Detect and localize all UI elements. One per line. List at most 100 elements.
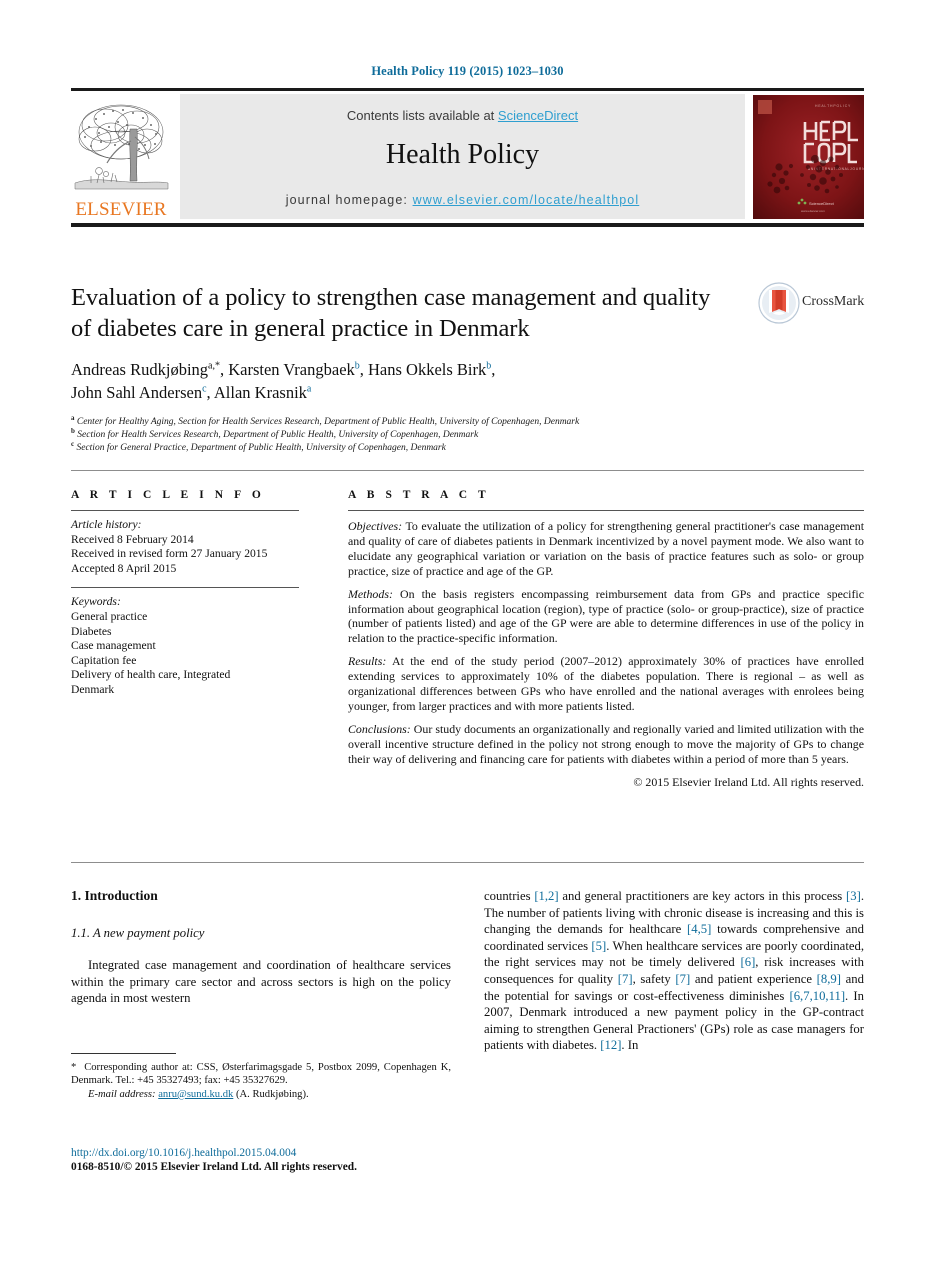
citation-link[interactable]: [8,9] [817, 972, 841, 986]
article-info-heading: A R T I C L E I N F O [71, 489, 265, 501]
footnote-email-line: E-mail address: anru@sund.ku.dk (A. Rudk… [71, 1088, 451, 1101]
page-title: Evaluation of a policy to strengthen cas… [71, 284, 711, 342]
keyword-item: Denmark [71, 682, 115, 696]
sciencedirect-link[interactable]: ScienceDirect [498, 108, 578, 123]
abstract-runin: Results: [348, 654, 387, 669]
keyword-item: General practice [71, 609, 148, 623]
author-sup: c [202, 383, 207, 395]
crossmark-label: CrossMark [802, 294, 865, 309]
citation-link[interactable]: [4,5] [687, 922, 711, 936]
journal-masthead: ELSEVIER Contents lists available at Sci… [71, 88, 864, 227]
author-name: John Sahl Andersen [71, 383, 203, 402]
article-history: Article history: Received 8 February 201… [71, 518, 299, 576]
svg-text:H E A L T H P O L I C Y: H E A L T H P O L I C Y [815, 104, 851, 108]
affiliation-item: a Center for Healthy Aging, Section for … [71, 413, 811, 429]
keyword-item: Capitation fee [71, 653, 137, 667]
svg-text:ScienceDirect: ScienceDirect [809, 201, 835, 206]
history-item: Received 8 February 2014 [71, 532, 194, 546]
running-head: Health Policy 119 (2015) 1023–1030 [371, 64, 564, 78]
elsevier-tree-icon [74, 104, 169, 190]
crossmark-badge[interactable]: CrossMark [758, 282, 864, 326]
abstract-conclusions: Conclusions: Our study documents an orga… [348, 722, 864, 767]
affiliation-text: Section for Health Services Research, De… [77, 430, 479, 440]
body-text: and patient experience [690, 971, 817, 986]
abstract-text: On the basis registers encompassing reim… [348, 586, 864, 646]
affiliation-item: b Section for Health Services Research, … [71, 427, 811, 442]
masthead-body: ELSEVIER Contents lists available at Sci… [71, 91, 864, 223]
author-sup: b [354, 360, 360, 372]
homepage-prefix: journal homepage: [285, 193, 413, 207]
keyword-item: Case management [71, 639, 156, 653]
footnote-star: * [71, 1062, 77, 1073]
svg-text:www.elsevier.com: www.elsevier.com [801, 209, 825, 213]
abstract-text: At the end of the study period (2007–201… [348, 654, 864, 713]
citation-link[interactable]: [6,7,10,11] [789, 989, 845, 1003]
keywords-rule [71, 587, 299, 589]
abstract-methods: Methods: On the basis registers encompas… [348, 587, 864, 647]
crossmark-icon [758, 282, 800, 324]
author-name: Allan Krasnik [213, 383, 307, 402]
author-sup: a [306, 383, 312, 395]
citation-link[interactable]: [5] [591, 939, 606, 953]
author-name: Karsten Vrangbaek [228, 360, 355, 379]
article-info-rule [71, 510, 299, 511]
history-item: Accepted 8 April 2015 [71, 561, 177, 575]
history-item: Received in revised form 27 January 2015 [71, 547, 268, 561]
citation-link[interactable]: [1,2] [534, 889, 558, 903]
doi-link[interactable]: http://dx.doi.org/10.1016/j.healthpol.20… [71, 1147, 471, 1159]
body-text: , safety [632, 971, 676, 986]
section-heading-introduction: 1. Introduction [71, 888, 158, 903]
body-top-rule [71, 862, 864, 863]
abstract-heading: A B S T R A C T [348, 489, 490, 501]
subsection-heading-new-payment-policy: 1.1. A new payment policy [71, 926, 205, 940]
footnote-rule [71, 1053, 176, 1054]
abstract-objectives: Objectives: To evaluate the utilization … [348, 519, 864, 579]
page-footer: http://dx.doi.org/10.1016/j.healthpol.20… [71, 1147, 471, 1173]
elsevier-wordmark: ELSEVIER [75, 199, 167, 220]
citation-link[interactable]: [7] [675, 972, 690, 986]
email-link[interactable]: anru@sund.ku.dk [158, 1089, 233, 1100]
footnote-corresponding-text: Corresponding author at: CSS, Østerfarim… [71, 1062, 451, 1087]
abstract-results: Results: At the end of the study period … [348, 654, 864, 714]
citation-link[interactable]: [3] [846, 889, 861, 903]
affiliation-list: a Center for Healthy Aging, Section for … [71, 413, 811, 455]
journal-cover-thumbnail: H E A L T H P O L I C Y A N I N T E R N … [753, 95, 864, 219]
abstract-copyright: © 2015 Elsevier Ireland Ltd. All rights … [633, 774, 864, 789]
author-name: Andreas Rudkjøbing [71, 360, 209, 379]
citation-link[interactable]: [7] [618, 972, 633, 986]
abstract-rule [348, 510, 864, 511]
journal-homepage-line: journal homepage: www.elsevier.com/locat… [180, 193, 745, 207]
author-sup: b [486, 360, 492, 372]
title-block: CrossMark Evaluation of a policy to stre… [71, 282, 864, 455]
info-section-top-rule [71, 470, 864, 471]
citation-link[interactable]: [12] [600, 1038, 621, 1052]
body-text: and general practitioners are key actors… [558, 889, 847, 903]
elsevier-logo: ELSEVIER [71, 97, 171, 221]
body-right-column: countries [1,2] and general practitioner… [484, 888, 864, 1054]
masthead-bottom-rule [71, 223, 864, 227]
paper-page: Health Policy 119 (2015) 1023–1030 ELSEV… [0, 0, 935, 1266]
body-text: countries [484, 889, 535, 903]
affiliation-text: Section for General Practice, Department… [76, 443, 446, 453]
contents-prefix: Contents lists available at [346, 108, 498, 123]
affiliation-mark: c [71, 439, 75, 448]
keyword-item: Delivery of health care, Integrated [71, 668, 231, 682]
abstract-runin: Conclusions: [348, 721, 411, 736]
article-history-label: Article history: [71, 518, 142, 531]
keywords-block: Keywords: General practice Diabetes Case… [71, 595, 299, 697]
article-info-column: A R T I C L E I N F O Article history: R… [71, 489, 299, 698]
abstract-runin: Methods: [348, 586, 393, 601]
affiliation-mark: a [71, 413, 75, 422]
abstract-column: A B S T R A C T Objectives: To evaluate … [348, 489, 864, 790]
author-sup: a,* [208, 360, 220, 372]
issn-copyright-line: 0168-8510/© 2015 Elsevier Ireland Ltd. A… [71, 1161, 357, 1173]
keywords-label: Keywords: [71, 595, 121, 609]
keyword-item: Diabetes [71, 624, 112, 638]
body-text: . In [621, 1038, 639, 1053]
footnote-corresponding: * Corresponding author at: CSS, Østerfar… [71, 1061, 451, 1088]
journal-homepage-link[interactable]: www.elsevier.com/locate/healthpol [413, 193, 640, 207]
author-name: Hans Okkels Birk [368, 360, 487, 379]
citation-link[interactable]: [6] [741, 955, 756, 969]
email-owner: (A. Rudkjøbing). [235, 1088, 309, 1100]
body-paragraph: Integrated case management and coordinat… [71, 958, 451, 1006]
